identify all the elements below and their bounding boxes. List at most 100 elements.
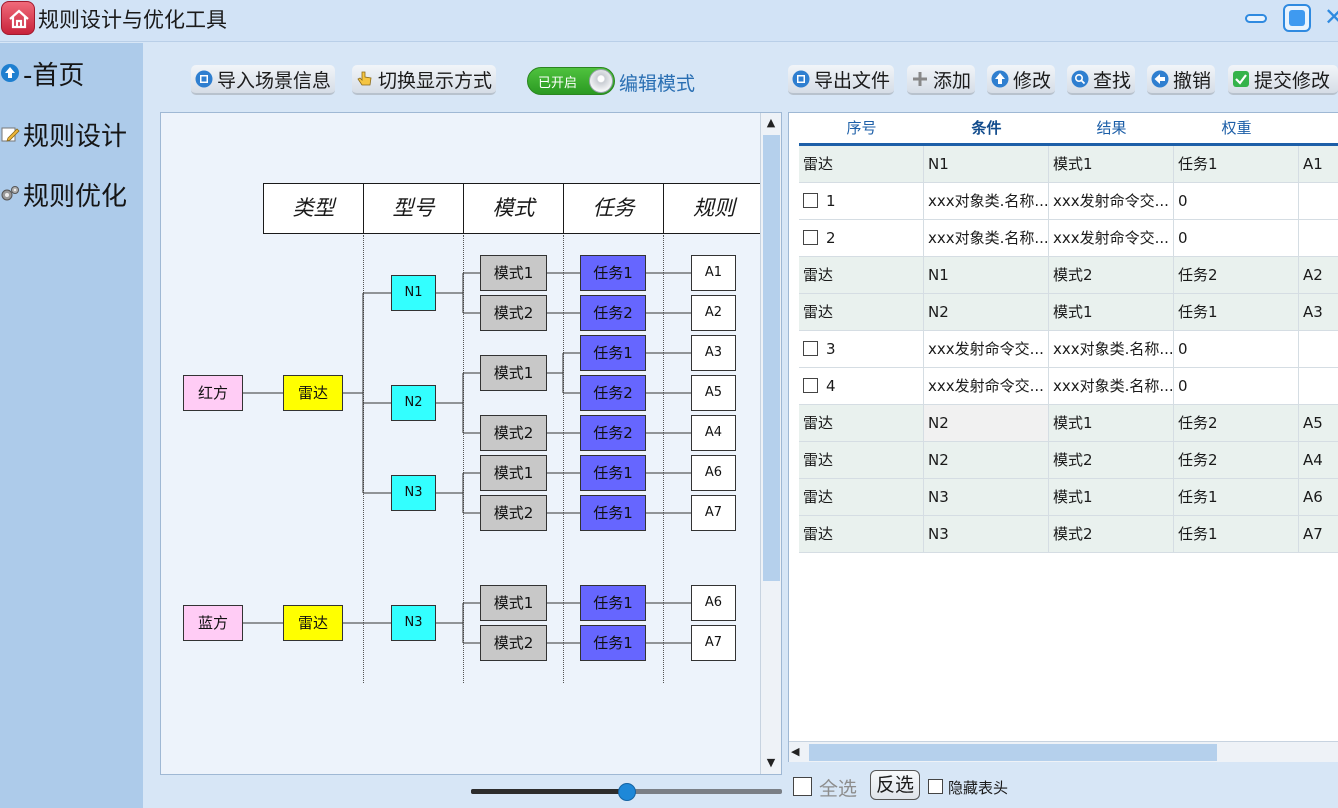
- row-checkbox[interactable]: [803, 378, 818, 393]
- zoom-slider-handle[interactable]: [618, 783, 636, 801]
- scroll-left-icon[interactable]: ◀: [791, 742, 799, 762]
- task-node[interactable]: 任务2: [580, 375, 646, 411]
- table-cell: A3: [1303, 303, 1323, 321]
- task-node[interactable]: 任务1: [580, 455, 646, 491]
- table-cell: 任务2: [1174, 257, 1299, 293]
- side-node-blue[interactable]: 蓝方: [183, 605, 243, 641]
- scroll-thumb[interactable]: [809, 744, 1217, 761]
- add-button[interactable]: 添加: [907, 65, 976, 95]
- model-node[interactable]: N1: [391, 275, 436, 311]
- table-cell: 雷达: [799, 516, 924, 552]
- table-horizontal-scrollbar[interactable]: ◀: [789, 741, 1338, 762]
- table-cell[interactable]: xxx对象类.名称...: [1049, 331, 1174, 367]
- table-group-row[interactable]: 雷达 N2 模式2 任务2 A4: [799, 442, 1338, 479]
- table-row[interactable]: 2 xxx对象类.名称... xxx发射命令交... 0: [799, 220, 1338, 257]
- scroll-down-icon[interactable]: ▼: [761, 753, 781, 773]
- column-header-condition[interactable]: 条件: [924, 113, 1049, 143]
- table-cell[interactable]: xxx对象类.名称...: [924, 220, 1049, 256]
- hide-header-checkbox[interactable]: [928, 779, 943, 794]
- model-node[interactable]: N3: [391, 605, 436, 641]
- table-cell[interactable]: xxx对象类.名称...: [1049, 368, 1174, 404]
- mode-node[interactable]: 模式1: [480, 585, 547, 621]
- type-node[interactable]: 雷达: [283, 605, 343, 641]
- table-group-row[interactable]: 雷达 N1 模式2 任务2 A2: [799, 257, 1338, 294]
- table-cell[interactable]: 0: [1174, 220, 1299, 256]
- type-node[interactable]: 雷达: [283, 375, 343, 411]
- table-row[interactable]: 3 xxx发射命令交... xxx对象类.名称... 0: [799, 331, 1338, 368]
- find-button[interactable]: 查找: [1067, 65, 1136, 95]
- mode-node[interactable]: 模式2: [480, 625, 547, 661]
- table-cell[interactable]: 0: [1174, 183, 1299, 219]
- model-node[interactable]: N3: [391, 475, 436, 511]
- task-node[interactable]: 任务1: [580, 255, 646, 291]
- rule-node[interactable]: A4: [691, 415, 736, 451]
- table-group-row[interactable]: 雷达 N2 模式1 任务2 A5: [799, 405, 1338, 442]
- column-header-index[interactable]: 序号: [799, 113, 924, 143]
- rule-node[interactable]: A5: [691, 375, 736, 411]
- table-group-row[interactable]: 雷达 N3 模式1 任务1 A6: [799, 479, 1338, 516]
- table-cell: N2: [924, 442, 1049, 478]
- table-cell: 模式2: [1049, 442, 1174, 478]
- table-cell: 任务1: [1174, 516, 1299, 552]
- table-cell: 2: [799, 220, 924, 256]
- table-cell: [1299, 220, 1338, 256]
- invert-selection-button[interactable]: 反选: [870, 770, 920, 800]
- rule-node[interactable]: A3: [691, 335, 736, 371]
- table-cell: N3: [924, 479, 1049, 515]
- row-checkbox[interactable]: [803, 230, 818, 245]
- table-cell: 雷达: [799, 257, 924, 293]
- table-cell[interactable]: xxx发射命令交...: [1049, 183, 1174, 219]
- rule-node[interactable]: A7: [691, 625, 736, 661]
- rule-node[interactable]: A2: [691, 295, 736, 331]
- table-cell: 模式2: [1049, 516, 1174, 552]
- table-cell[interactable]: xxx发射命令交...: [924, 368, 1049, 404]
- select-all-label[interactable]: 全选: [819, 774, 857, 801]
- table-cell[interactable]: xxx发射命令交...: [1049, 220, 1174, 256]
- hide-header-label[interactable]: 隐藏表头: [948, 777, 1008, 798]
- table-group-row[interactable]: 雷达 N2 模式1 任务1 A3: [799, 294, 1338, 331]
- mode-node[interactable]: 模式1: [480, 255, 547, 291]
- mode-node[interactable]: 模式1: [480, 455, 547, 491]
- column-header-weight[interactable]: 权重: [1174, 113, 1299, 143]
- task-node[interactable]: 任务1: [580, 625, 646, 661]
- model-node[interactable]: N2: [391, 385, 436, 421]
- side-node-red[interactable]: 红方: [183, 375, 243, 411]
- submit-changes-button[interactable]: 提交修改: [1228, 65, 1338, 95]
- table-group-row[interactable]: 雷达 N1 模式1 任务1 A1: [799, 146, 1338, 183]
- mode-node[interactable]: 模式1: [480, 355, 547, 391]
- rule-node[interactable]: A6: [691, 455, 736, 491]
- task-node[interactable]: 任务2: [580, 295, 646, 331]
- export-file-button[interactable]: 导出文件: [788, 65, 895, 95]
- table-cell[interactable]: xxx发射命令交...: [924, 331, 1049, 367]
- rule-node[interactable]: A6: [691, 585, 736, 621]
- mode-node[interactable]: 模式2: [480, 415, 547, 451]
- table-group-row[interactable]: 雷达 N3 模式2 任务1 A7: [799, 516, 1338, 553]
- scroll-up-icon[interactable]: ▲: [761, 113, 781, 133]
- table-row[interactable]: 1 xxx对象类.名称... xxx发射命令交... 0: [799, 183, 1338, 220]
- table-cell[interactable]: 0: [1174, 368, 1299, 404]
- table-cell: 任务1: [1174, 479, 1299, 515]
- scroll-thumb[interactable]: [763, 135, 780, 581]
- diagram-vertical-scrollbar[interactable]: ▲ ▼: [760, 113, 781, 774]
- task-node[interactable]: 任务1: [580, 335, 646, 371]
- task-node[interactable]: 任务1: [580, 585, 646, 621]
- mode-node[interactable]: 模式2: [480, 295, 547, 331]
- close-button[interactable]: ✕: [1324, 4, 1338, 32]
- row-checkbox[interactable]: [803, 341, 818, 356]
- task-node[interactable]: 任务1: [580, 495, 646, 531]
- mode-node[interactable]: 模式2: [480, 495, 547, 531]
- table-cell[interactable]: xxx对象类.名称...: [924, 183, 1049, 219]
- row-checkbox[interactable]: [803, 193, 818, 208]
- table-cell: A4: [1303, 451, 1323, 469]
- table-row[interactable]: 4 xxx发射命令交... xxx对象类.名称... 0: [799, 368, 1338, 405]
- undo-button[interactable]: 撤销: [1147, 65, 1216, 95]
- column-header-result[interactable]: 结果: [1049, 113, 1174, 143]
- minimize-button[interactable]: [1244, 4, 1270, 32]
- task-node[interactable]: 任务2: [580, 415, 646, 451]
- table-cell[interactable]: 0: [1174, 331, 1299, 367]
- rule-node[interactable]: A7: [691, 495, 736, 531]
- rule-node[interactable]: A1: [691, 255, 736, 291]
- select-all-checkbox[interactable]: [793, 777, 812, 796]
- modify-button[interactable]: 修改: [987, 65, 1056, 95]
- maximize-button[interactable]: [1283, 4, 1313, 32]
